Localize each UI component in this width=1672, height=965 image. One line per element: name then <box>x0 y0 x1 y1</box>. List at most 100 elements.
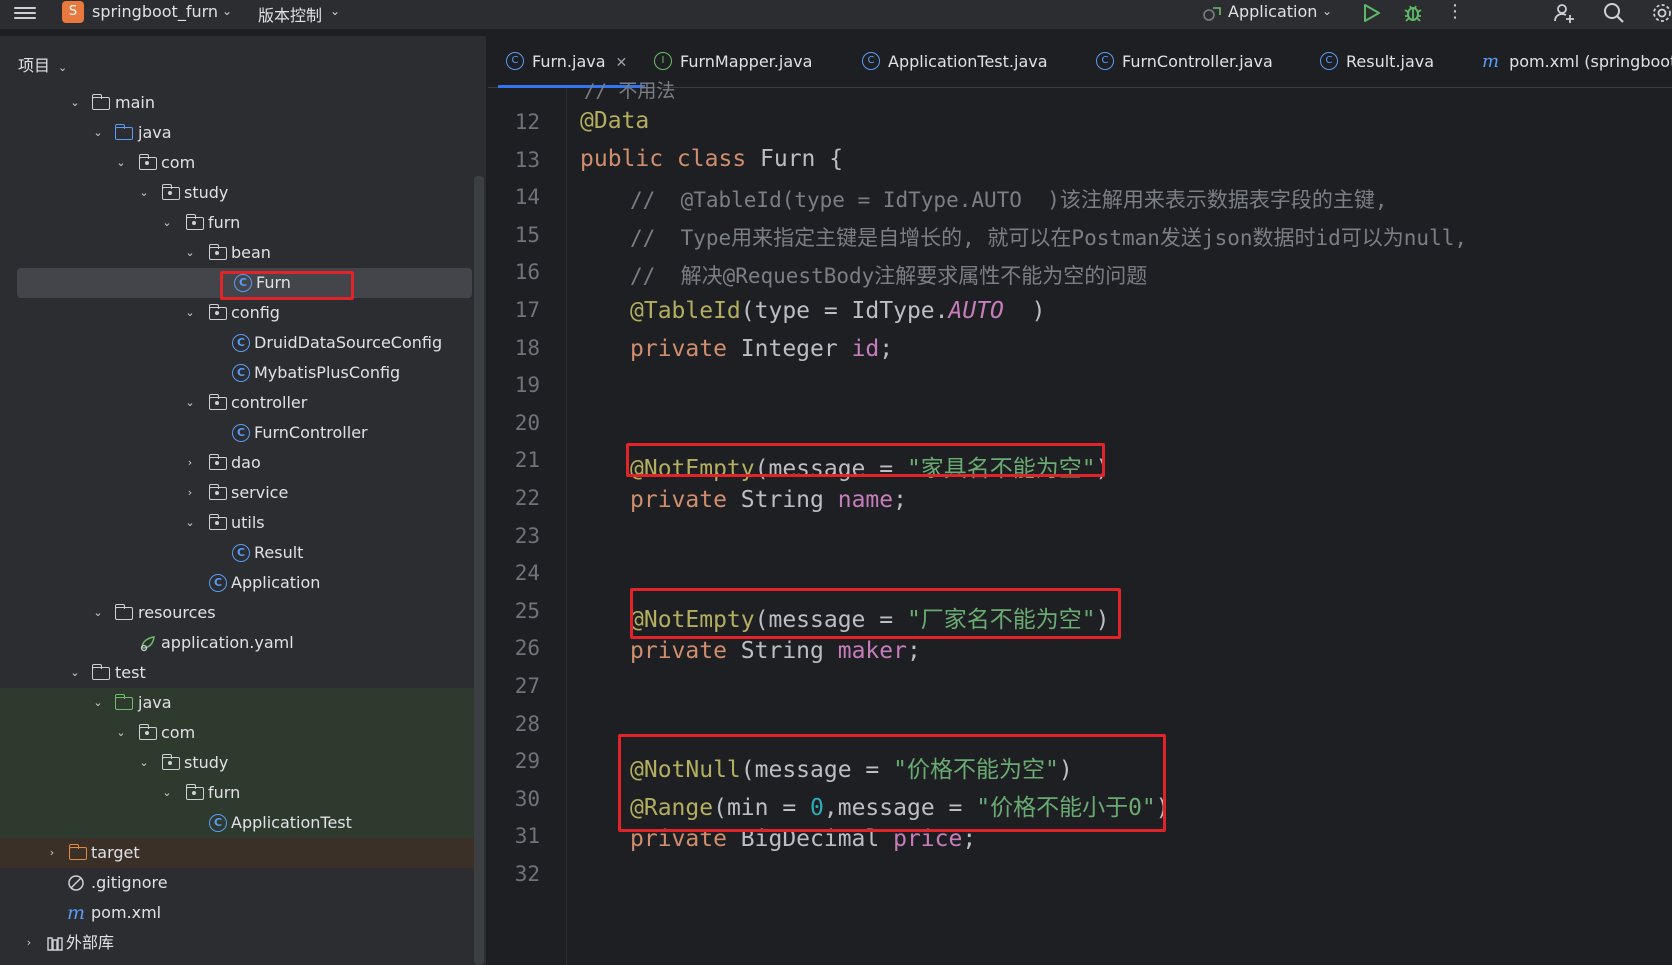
project-panel-title: 项目 <box>18 56 51 75</box>
chevron-right-icon[interactable]: › <box>45 838 59 868</box>
project-badge[interactable]: S <box>62 1 84 23</box>
tab-furncontroller-java[interactable]: C FurnController.java <box>1096 36 1273 88</box>
tab-label: ApplicationTest.java <box>888 52 1048 71</box>
package-icon <box>185 784 204 800</box>
tree-item-target[interactable]: › target <box>0 838 474 868</box>
tree-item-controller[interactable]: ⌄ controller <box>0 388 474 418</box>
chevron-down-icon[interactable]: ⌄ <box>137 748 151 778</box>
tab-applicationtest-java[interactable]: C ApplicationTest.java <box>862 36 1048 88</box>
tree-item-label: java <box>138 693 172 712</box>
line-number: 16 <box>514 260 540 285</box>
package-icon <box>185 214 204 230</box>
tree-item-mybatisplus-config[interactable]: C MybatisPlusConfig <box>0 358 474 388</box>
tree-item-application-yaml[interactable]: application.yaml <box>0 628 474 658</box>
class-icon: C <box>506 52 524 70</box>
spring-boot-class-icon: C <box>209 574 227 592</box>
package-icon <box>208 514 227 530</box>
chevron-right-icon[interactable]: › <box>22 928 36 958</box>
tree-item-test[interactable]: ⌄ test <box>0 658 474 688</box>
chevron-down-icon[interactable]: ⌄ <box>58 61 67 74</box>
chevron-down-icon[interactable]: ⌄ <box>160 208 174 238</box>
debug-icon[interactable] <box>1402 2 1424 24</box>
class-icon: C <box>232 544 250 562</box>
package-icon <box>208 484 227 500</box>
tab-pom-xml[interactable]: m pom.xml (springboot_ <box>1482 36 1672 88</box>
tree-item-furn-controller[interactable]: C FurnController <box>0 418 474 448</box>
chevron-down-icon[interactable]: ⌄ <box>183 388 197 418</box>
project-scrollbar[interactable] <box>474 176 484 965</box>
run-icon[interactable] <box>1360 2 1382 24</box>
tab-furnmapper-java[interactable]: I FurnMapper.java <box>654 36 812 88</box>
tree-item-pom[interactable]: m pom.xml <box>0 898 474 928</box>
tree-item-application-test[interactable]: C ApplicationTest <box>0 808 474 838</box>
project-name[interactable]: springboot_furn <box>92 2 218 21</box>
tree-item-druid-config[interactable]: C DruidDataSourceConfig <box>0 328 474 358</box>
line-number-gutter: 12 13 14 15 16 17 18 19 20 21 22 23 24 25 26 27 28 29 30 31… <box>488 88 548 965</box>
chevron-down-icon[interactable]: ⌄ <box>68 88 82 118</box>
code-line-partial: // 不用法 <box>584 80 676 102</box>
tree-item-furn[interactable]: ⌄ furn <box>0 208 474 238</box>
chevron-down-icon[interactable]: ⌄ <box>114 718 128 748</box>
tree-item-test-study[interactable]: ⌄ study <box>0 748 474 778</box>
tree-item-label: config <box>231 303 280 322</box>
maven-icon: m <box>67 902 86 924</box>
tree-item-utils[interactable]: ⌄ utils <box>0 508 474 538</box>
tab-label: FurnController.java <box>1122 52 1273 71</box>
tree-item-service[interactable]: › service <box>0 478 474 508</box>
tree-item-study[interactable]: ⌄ study <box>0 178 474 208</box>
chevron-right-icon[interactable]: › <box>183 448 197 478</box>
chevron-down-icon[interactable]: ⌄ <box>91 118 105 148</box>
tree-item-config[interactable]: ⌄ config <box>0 298 474 328</box>
package-icon <box>161 184 180 200</box>
add-user-icon[interactable] <box>1552 1 1576 25</box>
chevron-down-icon[interactable]: ⌄ <box>330 4 340 18</box>
chevron-down-icon[interactable]: ⌄ <box>183 298 197 328</box>
tree-item-application[interactable]: C Application <box>0 568 474 598</box>
more-options-icon[interactable]: ⋮ <box>1446 1 1464 25</box>
tree-item-test-java[interactable]: ⌄ java <box>0 688 474 718</box>
tree-item-result[interactable]: C Result <box>0 538 474 568</box>
chevron-down-icon[interactable]: ⌄ <box>160 778 174 808</box>
chevron-down-icon[interactable]: ⌄ <box>183 238 197 268</box>
hamburger-menu-icon[interactable] <box>14 4 36 24</box>
run-config-selector[interactable]: Application <box>1228 2 1317 21</box>
chevron-down-icon[interactable]: ⌄ <box>91 598 105 628</box>
project-panel-header[interactable]: 项目 ⌄ <box>18 52 67 76</box>
code-line-18: private Integer id; <box>630 336 894 362</box>
code-line-15: // Type用来指定主键是自增长的, 就可以在Postman发送json数据时… <box>630 226 1468 250</box>
code-editor[interactable]: 12 13 14 15 16 17 18 19 20 21 22 23 24 25 26 27 28 29 30 31… <box>488 80 1672 965</box>
code-line-14: // @TableId(type = IdType.AUTO )该注解用来表示数… <box>630 188 1388 212</box>
tree-item-resources[interactable]: ⌄ resources <box>0 598 474 628</box>
tree-item-dao[interactable]: › dao <box>0 448 474 478</box>
tree-item-label: Application <box>231 573 321 592</box>
close-icon[interactable]: ✕ <box>616 55 628 71</box>
chevron-down-icon[interactable]: ⌄ <box>222 4 232 18</box>
gear-icon[interactable] <box>1650 1 1672 25</box>
chevron-down-icon[interactable]: ⌄ <box>183 508 197 538</box>
tree-item-label: dao <box>231 453 261 472</box>
vcs-menu[interactable]: 版本控制 <box>258 2 322 26</box>
tree-item-main[interactable]: ⌄ main <box>0 88 474 118</box>
package-icon <box>138 724 157 740</box>
chevron-right-icon[interactable]: › <box>183 478 197 508</box>
tree-item-external-libraries[interactable]: › 外部库 <box>0 928 474 958</box>
code-line-26: private String maker; <box>630 638 921 664</box>
tree-item-bean[interactable]: ⌄ bean <box>0 238 474 268</box>
chevron-down-icon[interactable]: ⌄ <box>1322 4 1332 18</box>
highlight-box <box>626 443 1105 477</box>
tree-item-label: service <box>231 483 289 502</box>
search-icon[interactable] <box>1602 1 1626 25</box>
tree-item-gitignore[interactable]: .gitignore <box>0 868 474 898</box>
chevron-down-icon[interactable]: ⌄ <box>91 688 105 718</box>
chevron-down-icon[interactable]: ⌄ <box>137 178 151 208</box>
class-icon: C <box>1320 52 1338 70</box>
chevron-down-icon[interactable]: ⌄ <box>68 658 82 688</box>
gutter-divider <box>566 88 567 965</box>
tree-item-com[interactable]: ⌄ com <box>0 148 474 178</box>
tree-item-java[interactable]: ⌄ java <box>0 118 474 148</box>
tree-item-test-furn[interactable]: ⌄ furn <box>0 778 474 808</box>
chevron-down-icon[interactable]: ⌄ <box>114 148 128 178</box>
tree-item-test-com[interactable]: ⌄ com <box>0 718 474 748</box>
tab-result-java[interactable]: C Result.java <box>1320 36 1434 88</box>
class-icon: C <box>209 814 227 832</box>
